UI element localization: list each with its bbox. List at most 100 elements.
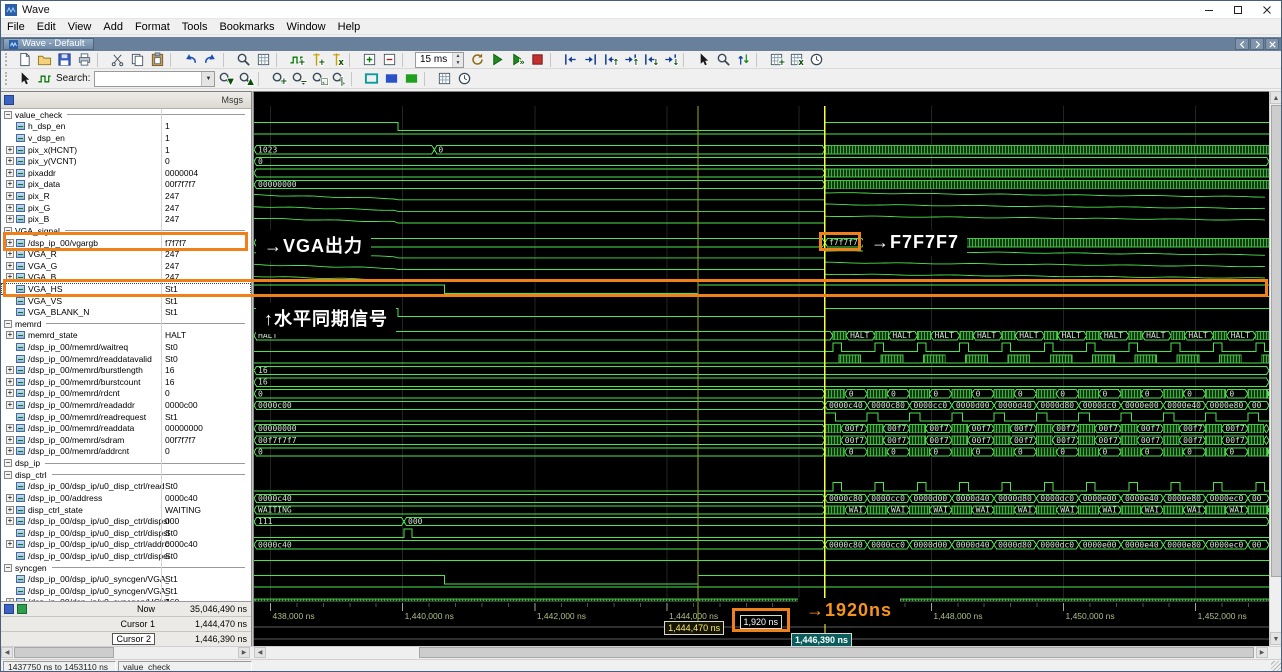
- expand-signal-icon[interactable]: +: [6, 192, 14, 201]
- search-input[interactable]: [95, 71, 202, 86]
- menu-tools[interactable]: Tools: [176, 20, 214, 34]
- expand-signal-icon[interactable]: +: [6, 331, 14, 340]
- wave-group-row[interactable]: − VGA_signal: [1, 225, 251, 237]
- next-rising-edge-icon[interactable]: ↑: [620, 52, 640, 68]
- cursor2-row[interactable]: Cursor 2 1,446,390 ns: [1, 632, 251, 647]
- wave-signal-row[interactable]: + /dsp_ip_00/dsp_ip/u0_disp_ctrl/addrcnt 0…: [1, 539, 251, 551]
- names-scroll-left-icon[interactable]: ◀: [1, 647, 13, 658]
- cursor2-name[interactable]: Cursor 2: [1, 632, 161, 646]
- wave-signal-row[interactable]: + pixaddr 0000004: [1, 167, 251, 179]
- zoom-cursor-icon[interactable]: |: [328, 71, 348, 87]
- expanded-time-off-icon[interactable]: [361, 71, 381, 87]
- wave-signal-row[interactable]: /dsp_ip_00/dsp_ip/u0_syncgen/VGA_VS St1: [1, 585, 251, 597]
- wave-signal-row[interactable]: VGA_BLANK_N St1: [1, 306, 251, 318]
- expand-signal-icon[interactable]: +: [6, 168, 14, 177]
- zoom-full-icon[interactable]: □: [308, 71, 329, 87]
- wave-vertical-scrollbar[interactable]: ▲ ▼: [1269, 91, 1281, 646]
- tab-close-button[interactable]: [1265, 38, 1279, 50]
- wave-signal-row[interactable]: + /dsp_ip_00/memrd/readaddr 0000c00: [1, 399, 251, 411]
- menu-view[interactable]: View: [62, 20, 98, 34]
- cursor1-row[interactable]: Cursor 1 1,444,470 ns: [1, 617, 251, 632]
- next-transition-icon[interactable]: [580, 52, 600, 68]
- wave-group-row[interactable]: − disp_ctrl: [1, 469, 251, 481]
- run-icon[interactable]: [487, 52, 507, 68]
- restart-icon[interactable]: [467, 52, 487, 68]
- wave-signal-row[interactable]: + VGA_B 247: [1, 272, 251, 284]
- previous-rising-edge-icon[interactable]: ↑: [600, 52, 620, 68]
- expand-signal-icon[interactable]: +: [6, 238, 14, 247]
- next-falling-edge-icon[interactable]: ↓: [660, 52, 680, 68]
- zoom-in-icon[interactable]: +: [268, 71, 288, 87]
- insert-cursor-icon[interactable]: +: [306, 52, 326, 68]
- previous-falling-edge-icon[interactable]: ↓: [640, 52, 660, 68]
- expand-signal-icon[interactable]: +: [6, 447, 14, 456]
- wave-signal-row[interactable]: + pix_R 247: [1, 190, 251, 202]
- save-icon[interactable]: [54, 52, 74, 68]
- expand-signal-icon[interactable]: +: [6, 261, 14, 270]
- add-wave-icon[interactable]: +: [286, 52, 306, 68]
- expand-signal-icon[interactable]: +: [6, 517, 14, 526]
- names-scrollbar-thumb[interactable]: [14, 647, 114, 658]
- menu-file[interactable]: File: [1, 20, 31, 34]
- wave-group-row[interactable]: − value_check: [1, 109, 251, 121]
- wave-signal-row[interactable]: + /dsp_ip_00/memrd/readdata 00000000: [1, 422, 251, 434]
- wave-group-row[interactable]: − syncgen: [1, 562, 251, 574]
- show-grid-icon[interactable]: [253, 52, 273, 68]
- wave-signal-row[interactable]: + pix_y(VCNT) 0: [1, 155, 251, 167]
- search-previous-icon[interactable]: ▲: [235, 71, 255, 87]
- expand-all-icon[interactable]: [359, 52, 379, 68]
- menu-edit[interactable]: Edit: [31, 20, 62, 34]
- run-length-input[interactable]: 15 ms ▲ ▼: [415, 51, 464, 68]
- print-icon[interactable]: [74, 52, 94, 68]
- cursor1-time-box[interactable]: 1,444,470 ns: [664, 621, 725, 635]
- group-collapse-icon[interactable]: −: [4, 459, 12, 468]
- run-continue-icon[interactable]: »: [507, 52, 527, 68]
- run-length-spinner[interactable]: ▲ ▼: [452, 52, 463, 67]
- expand-signal-icon[interactable]: +: [6, 366, 14, 375]
- wave-signal-row[interactable]: /dsp_ip_00/memrd/readdatavalid St0: [1, 353, 251, 365]
- minimize-button[interactable]: [1194, 1, 1223, 19]
- previous-transition-icon[interactable]: [560, 52, 580, 68]
- wave-signal-row[interactable]: /dsp_ip_00/memrd/readrequest St1: [1, 411, 251, 423]
- wave-scrollbar-thumb[interactable]: [419, 647, 1254, 658]
- ungroup-signals-icon[interactable]: x: [786, 52, 806, 68]
- wave-signal-row[interactable]: VGA_VS St1: [1, 295, 251, 307]
- group-collapse-icon[interactable]: −: [4, 226, 12, 235]
- menu-format[interactable]: Format: [129, 20, 176, 34]
- wave-signal-row[interactable]: + pix_data 00f7f7f7: [1, 179, 251, 191]
- wave-clock-icon[interactable]: [806, 52, 826, 68]
- select-mode-icon[interactable]: [693, 52, 713, 68]
- expand-signal-icon[interactable]: +: [6, 505, 14, 514]
- wave-signal-row[interactable]: h_dsp_en 1: [1, 121, 251, 133]
- menu-bookmarks[interactable]: Bookmarks: [213, 20, 280, 34]
- expand-signal-icon[interactable]: +: [6, 145, 14, 154]
- vertical-scrollbar-thumb[interactable]: [1271, 105, 1281, 577]
- timeline-options-icon[interactable]: [454, 71, 474, 87]
- maximize-button[interactable]: [1223, 1, 1252, 19]
- menu-add[interactable]: Add: [97, 20, 129, 34]
- expand-signal-icon[interactable]: +: [6, 215, 14, 224]
- group-collapse-icon[interactable]: −: [4, 470, 12, 479]
- wave-signal-row[interactable]: /dsp_ip_00/memrd/waitreq St0: [1, 341, 251, 353]
- expand-signal-icon[interactable]: +: [6, 180, 14, 189]
- toolbar-grip[interactable]: [5, 72, 10, 85]
- close-button[interactable]: [1252, 1, 1281, 19]
- wave-canvas[interactable]: 1023 0 0 00000000 f7f7f7 HALT HALT HALT HALT HALT…: [254, 91, 1269, 601]
- open-icon[interactable]: [34, 52, 54, 68]
- toolbar-grip[interactable]: [5, 53, 10, 66]
- tab-scroll-right-button[interactable]: [1250, 38, 1264, 50]
- delete-cursor-icon[interactable]: x: [326, 52, 346, 68]
- wave-signal-row[interactable]: + /dsp_ip_00/memrd/rdcnt 0: [1, 388, 251, 400]
- wave-signal-row[interactable]: + /dsp_ip_00/vgargb f7f7f7: [1, 237, 251, 249]
- expand-signal-icon[interactable]: +: [6, 493, 14, 502]
- wave-scroll-left-icon[interactable]: ◀: [254, 647, 266, 658]
- group-signals-icon[interactable]: +: [766, 52, 786, 68]
- expand-signal-icon[interactable]: +: [6, 250, 14, 259]
- cursor-delta-box[interactable]: 1,920 ns: [739, 615, 783, 629]
- undo-icon[interactable]: [180, 52, 200, 68]
- expand-signal-icon[interactable]: +: [6, 203, 14, 212]
- select-pointer-icon[interactable]: [14, 71, 34, 87]
- wave-signal-row[interactable]: + VGA_R 247: [1, 248, 251, 260]
- wave-signal-row[interactable]: + /dsp_ip_00/memrd/addrcnt 0: [1, 446, 251, 458]
- wave-signal-row[interactable]: + /dsp_ip_00/dsp_ip/u0_disp_ctrl/dispsta.…: [1, 515, 251, 527]
